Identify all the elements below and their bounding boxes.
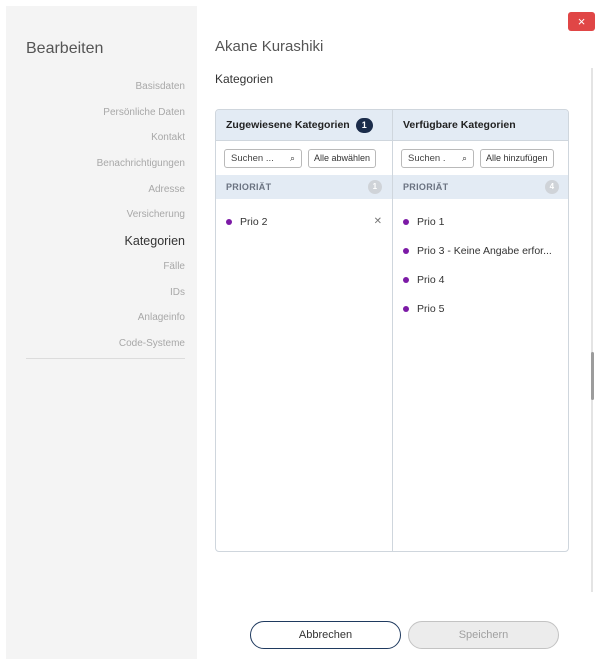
assigned-title: Zugewiesene Kategorien bbox=[226, 119, 350, 131]
sidebar-item-versicherung[interactable]: Versicherung bbox=[6, 208, 185, 234]
available-search-placeholder: Suchen . bbox=[408, 152, 446, 164]
list-item[interactable]: Prio 3 - Keine Angabe erfor... bbox=[393, 236, 568, 265]
sidebar-item-basisdaten[interactable]: Basisdaten bbox=[6, 80, 185, 106]
assigned-search-placeholder: Suchen ... bbox=[231, 152, 274, 164]
close-button[interactable]: × bbox=[568, 12, 595, 31]
available-toolbar: Suchen . ⌕ Alle hinzufügen bbox=[393, 141, 568, 175]
sidebar-item-adresse[interactable]: Adresse bbox=[6, 183, 185, 209]
assigned-categories-column: Zugewiesene Kategorien 1 Suchen ... ⌕ Al… bbox=[216, 110, 393, 551]
available-search-input[interactable]: Suchen . ⌕ bbox=[401, 148, 474, 168]
list-item-label: Prio 2 bbox=[240, 215, 268, 228]
assigned-count-badge: 1 bbox=[355, 117, 373, 133]
person-name: Akane Kurashiki bbox=[215, 38, 324, 55]
sidebar-item-kontakt[interactable]: Kontakt bbox=[6, 131, 185, 157]
assigned-list: Prio 2 ✕ bbox=[216, 199, 392, 236]
available-group-count: 4 bbox=[545, 180, 559, 194]
sidebar-item-anlageinfo[interactable]: Anlageinfo bbox=[6, 311, 185, 337]
sidebar-divider bbox=[26, 358, 185, 359]
assigned-header: Zugewiesene Kategorien 1 bbox=[216, 110, 392, 141]
category-dot-icon bbox=[403, 218, 409, 225]
category-dot-icon bbox=[403, 247, 409, 254]
category-panel: Zugewiesene Kategorien 1 Suchen ... ⌕ Al… bbox=[215, 109, 569, 552]
assigned-toolbar: Suchen ... ⌕ Alle abwählen bbox=[216, 141, 392, 175]
sidebar-item-kategorien[interactable]: Kategorien bbox=[6, 234, 185, 260]
list-item[interactable]: Prio 4 bbox=[393, 265, 568, 294]
assigned-search-input[interactable]: Suchen ... ⌕ bbox=[224, 148, 302, 168]
available-group-label: PRIORIÄT bbox=[403, 182, 449, 192]
search-icon: ⌕ bbox=[289, 152, 295, 163]
list-item[interactable]: Prio 5 bbox=[393, 294, 568, 323]
available-group-header[interactable]: PRIORIÄT 4 bbox=[393, 175, 568, 199]
add-all-button[interactable]: Alle hinzufügen bbox=[480, 148, 554, 168]
sidebar-title: Bearbeiten bbox=[26, 40, 104, 57]
category-dot-icon bbox=[403, 305, 409, 312]
list-item-label: Prio 4 bbox=[417, 273, 445, 286]
deselect-all-button[interactable]: Alle abwählen bbox=[308, 148, 377, 168]
available-header: Verfügbare Kategorien bbox=[393, 110, 568, 141]
scrollbar-track[interactable] bbox=[591, 68, 593, 592]
assigned-group-count: 1 bbox=[368, 180, 382, 194]
section-title: Kategorien bbox=[215, 72, 274, 86]
list-item[interactable]: Prio 2 ✕ bbox=[216, 207, 392, 236]
available-list: Prio 1 Prio 3 - Keine Angabe erfor... Pr… bbox=[393, 199, 568, 323]
sidebar-item-ids[interactable]: IDs bbox=[6, 286, 185, 312]
close-icon: × bbox=[577, 14, 586, 29]
sidebar-item-benachrichtigungen[interactable]: Benachrichtigungen bbox=[6, 157, 185, 183]
list-item-label: Prio 3 - Keine Angabe erfor... bbox=[417, 244, 552, 257]
assigned-group-label: PRIORIÄT bbox=[226, 182, 272, 192]
search-icon: ⌕ bbox=[461, 152, 467, 163]
assigned-group-header[interactable]: PRIORIÄT 1 bbox=[216, 175, 392, 199]
sidebar: Bearbeiten Basisdaten Persönliche Daten … bbox=[6, 6, 197, 659]
available-categories-column: Verfügbare Kategorien Suchen . ⌕ Alle hi… bbox=[393, 110, 568, 551]
cancel-button[interactable]: Abbrechen bbox=[250, 621, 401, 649]
category-dot-icon bbox=[403, 276, 409, 283]
list-item[interactable]: Prio 1 bbox=[393, 207, 568, 236]
scrollbar-thumb[interactable] bbox=[591, 352, 594, 400]
sidebar-item-faelle[interactable]: Fälle bbox=[6, 260, 185, 286]
sidebar-item-persoenliche-daten[interactable]: Persönliche Daten bbox=[6, 106, 185, 132]
category-dot-icon bbox=[226, 218, 232, 225]
save-button[interactable]: Speichern bbox=[408, 621, 559, 649]
remove-icon[interactable]: ✕ bbox=[374, 216, 382, 227]
available-title: Verfügbare Kategorien bbox=[403, 119, 516, 131]
list-item-label: Prio 5 bbox=[417, 302, 445, 315]
list-item-label: Prio 1 bbox=[417, 215, 445, 228]
sidebar-nav: Basisdaten Persönliche Daten Kontakt Ben… bbox=[6, 80, 185, 363]
